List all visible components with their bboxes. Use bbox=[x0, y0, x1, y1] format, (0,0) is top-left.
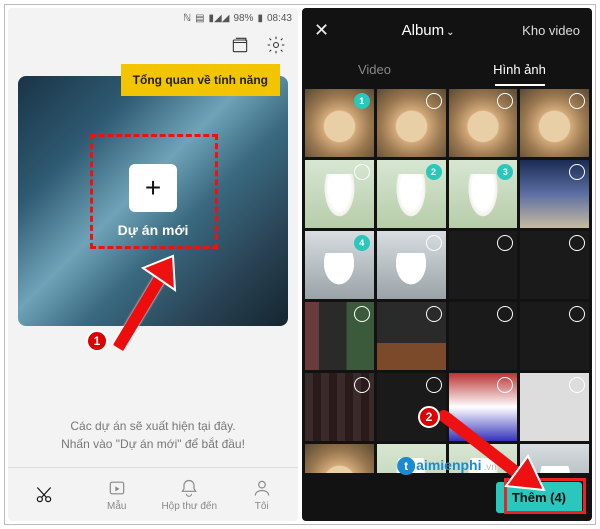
media-thumb[interactable]: 3 bbox=[449, 160, 518, 228]
album-dropdown[interactable]: Album⌄ bbox=[342, 22, 514, 39]
new-project-label: Dự án mới bbox=[118, 222, 189, 238]
selection-circle bbox=[569, 93, 585, 109]
step-badge-1: 1 bbox=[86, 330, 108, 352]
media-thumb[interactable]: 2 bbox=[377, 160, 446, 228]
selection-circle bbox=[497, 235, 513, 251]
selection-circle bbox=[354, 377, 370, 393]
chevron-down-icon: ⌄ bbox=[446, 27, 454, 38]
selection-circle bbox=[426, 93, 442, 109]
new-project-button[interactable]: + Dự án mới bbox=[118, 164, 189, 238]
selection-circle bbox=[426, 235, 442, 251]
media-type-tabs: Video Hình ảnh bbox=[302, 52, 592, 86]
selection-circle bbox=[426, 377, 442, 393]
arrow-to-new-project bbox=[103, 238, 193, 358]
arrow-to-add-button bbox=[436, 404, 556, 504]
tab-templates-label: Mẫu bbox=[107, 501, 126, 512]
plus-icon: + bbox=[129, 164, 177, 212]
media-thumb[interactable] bbox=[305, 302, 374, 370]
selection-circle bbox=[426, 306, 442, 322]
media-thumb[interactable] bbox=[305, 160, 374, 228]
tab-templates[interactable]: Mẫu bbox=[81, 468, 154, 521]
media-thumb[interactable] bbox=[377, 231, 446, 299]
tab-inbox[interactable]: Hộp thư đến bbox=[153, 468, 226, 521]
media-thumb[interactable] bbox=[449, 302, 518, 370]
media-thumb[interactable] bbox=[377, 302, 446, 370]
media-thumb[interactable]: 4 bbox=[305, 231, 374, 299]
top-icon-row bbox=[8, 28, 298, 66]
close-icon[interactable]: ✕ bbox=[314, 20, 334, 41]
selection-circle bbox=[569, 164, 585, 180]
step-badge-2: 2 bbox=[418, 406, 440, 428]
tab-cut[interactable] bbox=[8, 468, 81, 521]
bottom-tab-bar: Mẫu Hộp thư đến Tôi bbox=[8, 467, 298, 521]
media-thumb[interactable] bbox=[520, 231, 589, 299]
album-label: Album bbox=[402, 22, 445, 39]
media-thumb[interactable] bbox=[449, 231, 518, 299]
selection-circle bbox=[569, 235, 585, 251]
selection-badge: 3 bbox=[497, 164, 513, 180]
selection-circle bbox=[354, 306, 370, 322]
media-thumb[interactable] bbox=[305, 373, 374, 441]
hint-text: Các dự án sẽ xuất hiện tại đây. Nhấn vào… bbox=[8, 417, 298, 467]
media-thumb[interactable] bbox=[449, 89, 518, 157]
tab-video[interactable]: Video bbox=[302, 52, 447, 86]
stock-video-link[interactable]: Kho video bbox=[522, 23, 580, 38]
hint-line1: Các dự án sẽ xuất hiện tại đây. bbox=[28, 417, 278, 435]
status-bar: ℕ ▤ ▮◢◢ 98% ▮ 08:43 bbox=[8, 8, 298, 28]
tab-me-label: Tôi bbox=[255, 501, 269, 512]
clock-text: 08:43 bbox=[267, 13, 292, 24]
media-thumb[interactable] bbox=[520, 89, 589, 157]
selection-circle bbox=[497, 306, 513, 322]
left-phone-screenshot: ℕ ▤ ▮◢◢ 98% ▮ 08:43 Tổng quan về tính nă… bbox=[8, 8, 298, 521]
wifi-icon: ▤ bbox=[195, 13, 204, 24]
media-thumb[interactable] bbox=[520, 160, 589, 228]
nfc-icon: ℕ bbox=[183, 13, 191, 24]
battery-text: 98% bbox=[233, 13, 253, 24]
settings-icon[interactable] bbox=[266, 35, 286, 60]
media-thumb[interactable] bbox=[520, 302, 589, 370]
battery-icon: ▮ bbox=[257, 13, 263, 24]
media-thumb[interactable] bbox=[377, 89, 446, 157]
tab-inbox-label: Hộp thư đến bbox=[161, 501, 217, 512]
right-phone-screenshot: ✕ Album⌄ Kho video Video Hình ảnh 1 2 3 … bbox=[302, 8, 592, 521]
selection-badge: 1 bbox=[354, 93, 370, 109]
tab-me[interactable]: Tôi bbox=[226, 468, 299, 521]
feature-overview-tooltip[interactable]: Tổng quan về tính năng bbox=[121, 64, 280, 96]
picker-header: ✕ Album⌄ Kho video bbox=[302, 8, 592, 52]
selection-circle bbox=[569, 377, 585, 393]
signal-icon: ▮◢◢ bbox=[209, 13, 230, 24]
selection-circle bbox=[569, 306, 585, 322]
hint-line2: Nhấn vào "Dự án mới" để bắt đầu! bbox=[28, 435, 278, 453]
selection-badge: 2 bbox=[426, 164, 442, 180]
selection-circle bbox=[497, 93, 513, 109]
media-thumb[interactable]: 1 bbox=[305, 89, 374, 157]
media-thumb[interactable]: ✕ bbox=[305, 444, 374, 473]
selection-circle bbox=[497, 377, 513, 393]
selection-circle bbox=[354, 164, 370, 180]
tab-images[interactable]: Hình ảnh bbox=[447, 52, 592, 86]
selection-badge: 4 bbox=[354, 235, 370, 251]
archive-icon[interactable] bbox=[230, 35, 250, 60]
watermark-logo-icon: t bbox=[397, 457, 415, 475]
